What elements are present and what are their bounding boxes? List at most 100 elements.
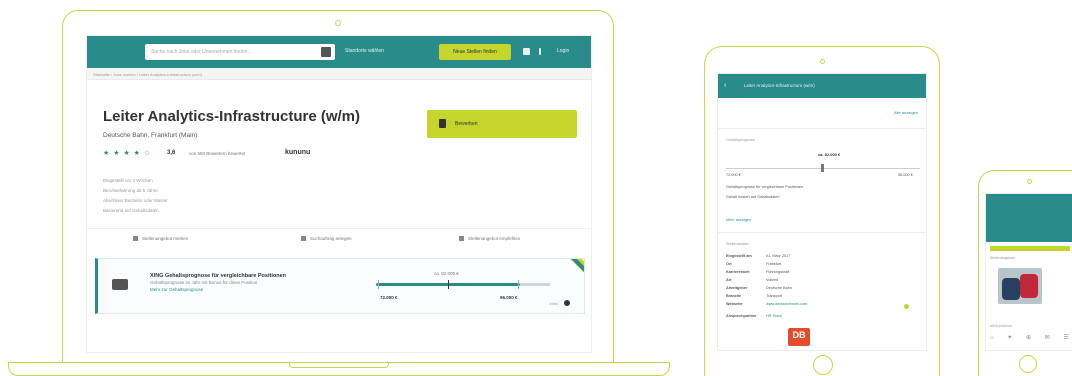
laptop-base bbox=[8, 362, 670, 376]
money-icon bbox=[112, 279, 128, 290]
status-dot bbox=[904, 304, 909, 309]
salary-title: XING Gehaltsprognose für vergleichbare P… bbox=[150, 273, 287, 279]
detail-key: Arbeitgeber bbox=[726, 286, 748, 290]
search-placeholder: Suche nach Jobs oder Unternehmen finden.… bbox=[151, 49, 252, 55]
kununu-logo: kununu bbox=[285, 149, 311, 156]
section-label: Gehaltsprognose bbox=[726, 138, 755, 142]
laptop-notch bbox=[289, 362, 389, 368]
meta-line: Abschluss Bachelor oder Master bbox=[103, 198, 168, 203]
tablet-header: ‹ Leiter Analytics-Infrastructure (w/m) bbox=[718, 74, 926, 98]
action-label: Suchauftrag anlegen bbox=[310, 236, 352, 241]
detail-key: Ansprechpartner bbox=[726, 314, 757, 318]
phone-screen: Stellenangebote Mehr erfahren ⌂ ✦ ⊕ ✉ ☰ bbox=[985, 193, 1072, 351]
salary-slider-thumb bbox=[821, 164, 824, 172]
detail-key: Ort bbox=[726, 262, 732, 266]
find-jobs-button[interactable]: Neue Stellen finden bbox=[439, 44, 511, 60]
laptop-screen: Suche nach Jobs oder Unternehmen finden.… bbox=[86, 35, 592, 353]
salary-subtitle: Gehaltsprognose im Jahr mit Bonus für di… bbox=[150, 280, 258, 285]
hero-banner bbox=[986, 194, 1072, 242]
article-image[interactable] bbox=[998, 268, 1042, 304]
note-line: Gehaltsprognose für vergleichbare Positi… bbox=[726, 185, 804, 189]
camera-icon bbox=[820, 59, 825, 64]
phone-frame: Stellenangebote Mehr erfahren ⌂ ✦ ⊕ ✉ ☰ bbox=[978, 170, 1072, 376]
info-link[interactable]: Infos bbox=[549, 301, 558, 306]
image-figure bbox=[1002, 278, 1020, 300]
salary-range-track bbox=[520, 283, 550, 286]
image-figure bbox=[1020, 274, 1038, 298]
home-button bbox=[813, 355, 833, 375]
action-label: Stellenangebot empfehlen bbox=[468, 236, 521, 241]
salary-forecast-card: XING Gehaltsprognose für vergleichbare P… bbox=[95, 258, 585, 314]
alert-icon bbox=[301, 236, 306, 242]
person-icon bbox=[439, 119, 446, 128]
rating-value: 3,6 bbox=[167, 150, 176, 156]
rating-source[interactable]: von 560 Bewertern bewertet bbox=[189, 151, 245, 156]
range-marker bbox=[518, 280, 519, 289]
camera-icon bbox=[1027, 179, 1032, 184]
tablet-title: Leiter Analytics-Infrastructure (w/m) bbox=[744, 83, 815, 88]
home-button bbox=[1019, 355, 1037, 373]
phone-label: Stellenangebote bbox=[990, 256, 1016, 260]
salary-max: 96.000 € bbox=[500, 295, 518, 300]
meta-line: Eingestellt vor 3 Wochen bbox=[103, 178, 153, 183]
bell-icon[interactable] bbox=[523, 48, 530, 55]
detail-value: Frankfurt bbox=[766, 262, 782, 266]
range-marker bbox=[448, 280, 449, 289]
apply-button[interactable]: Bewerben bbox=[427, 110, 577, 138]
save-job-action[interactable]: Stellenangebot merken bbox=[133, 236, 189, 242]
detail-value: Führungskraft bbox=[766, 270, 790, 274]
meta-line: Berufserfahrung ab 5 Jahre bbox=[103, 188, 158, 193]
share-icon bbox=[459, 236, 464, 242]
salary-more-link[interactable]: Mehr zur Gehaltsprognose bbox=[150, 287, 203, 292]
salary-value: ca. 82.000 € bbox=[818, 152, 841, 157]
meta-line: Basierend auf Gehaltsdaten bbox=[103, 208, 159, 213]
divider bbox=[87, 228, 591, 229]
more-link[interactable]: Mehr anzeigen bbox=[726, 218, 751, 222]
action-label: Stellenangebot merken bbox=[142, 236, 189, 241]
detail-value: 01. März 2017 bbox=[766, 254, 791, 258]
detail-key: Branche bbox=[726, 294, 742, 298]
note-line: Gehalt basiert auf Gehaltsdaten bbox=[726, 195, 780, 199]
detail-key: Karrierestufe bbox=[726, 270, 750, 274]
top-navigation-bar: Suche nach Jobs oder Unternehmen finden.… bbox=[87, 36, 591, 68]
search-icon[interactable] bbox=[321, 47, 331, 57]
detail-value[interactable]: HR Team bbox=[766, 314, 782, 318]
laptop-frame: Suche nach Jobs oder Unternehmen finden.… bbox=[62, 10, 614, 366]
divider bbox=[718, 232, 926, 233]
divider bbox=[539, 48, 541, 55]
back-arrow-icon[interactable]: ‹ bbox=[724, 82, 726, 89]
recommend-job-action[interactable]: Stellenangebot empfehlen bbox=[459, 236, 521, 242]
salary-max: 96.000 € bbox=[898, 173, 913, 177]
website-link[interactable]: www.deutschebahn.com bbox=[766, 302, 807, 306]
phone-label: Mehr erfahren bbox=[990, 324, 1012, 328]
highlight-bar bbox=[990, 246, 1070, 251]
range-marker bbox=[378, 280, 379, 289]
camera-icon bbox=[335, 20, 341, 26]
detail-key: Webseite bbox=[726, 302, 743, 306]
page-title: Leiter Analytics-Infrastructure (w/m) bbox=[103, 108, 360, 125]
tablet-frame: ‹ Leiter Analytics-Infrastructure (w/m) … bbox=[704, 46, 940, 376]
detail-key: Art bbox=[726, 278, 732, 282]
location-select[interactable]: Standorte wählen bbox=[345, 48, 384, 54]
bottom-nav[interactable]: ⌂ ✦ ⊕ ✉ ☰ bbox=[990, 334, 1072, 341]
show-all-link[interactable]: Alle anzeigen bbox=[894, 110, 918, 115]
detail-value: Deutsche Bahn bbox=[766, 286, 792, 290]
detail-value: Transport bbox=[766, 294, 783, 298]
create-alert-action[interactable]: Suchauftrag anlegen bbox=[301, 236, 352, 242]
login-link[interactable]: Login bbox=[557, 48, 569, 54]
search-input[interactable]: Suche nach Jobs oder Unternehmen finden.… bbox=[145, 44, 335, 60]
breadcrumb[interactable]: Startseite / Jobs suchen / Leiter Analyt… bbox=[87, 68, 591, 80]
db-logo: DB bbox=[788, 328, 810, 346]
company-name[interactable]: Deutsche Bahn, Frankfurt (Main) bbox=[103, 132, 197, 139]
detail-value: Vollzeit bbox=[766, 278, 779, 282]
rating-stars: ★ ★ ★ ★ ☆ bbox=[103, 150, 152, 157]
salary-min: 72.000 € bbox=[380, 295, 398, 300]
bookmark-icon bbox=[133, 236, 138, 242]
apply-label: Bewerben bbox=[455, 121, 478, 127]
info-icon[interactable] bbox=[564, 300, 570, 306]
section-label: Stellendetails bbox=[726, 242, 749, 246]
salary-value: ca. 82.000 € bbox=[434, 271, 459, 276]
salary-min: 72.000 € bbox=[726, 173, 741, 177]
detail-key: Eingestellt am bbox=[726, 254, 752, 258]
divider bbox=[718, 128, 926, 129]
